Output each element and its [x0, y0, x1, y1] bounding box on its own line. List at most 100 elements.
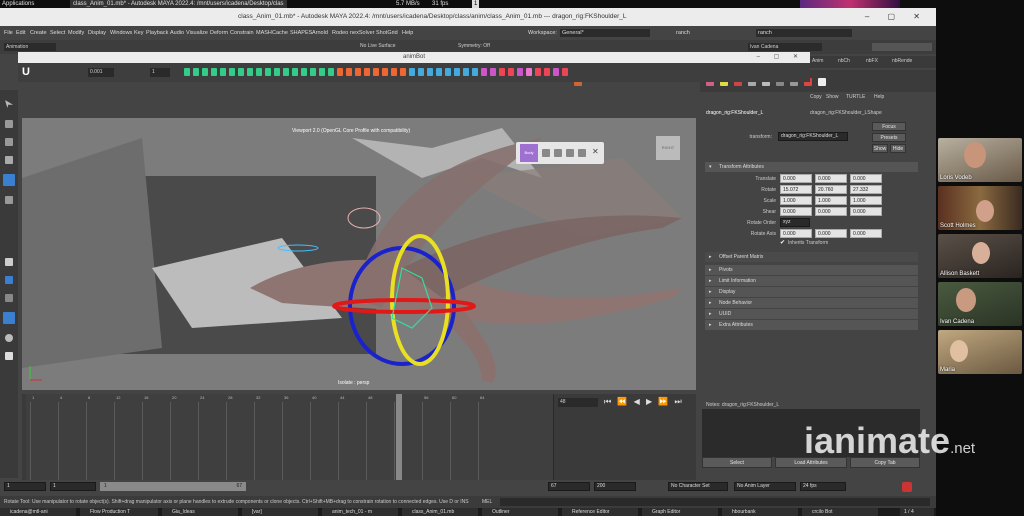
animbot-tool-icon[interactable] — [283, 68, 289, 76]
rotate-axis-z-field[interactable]: 0.000 — [850, 229, 882, 238]
animbot-tool-icon[interactable] — [373, 68, 379, 76]
outliner-layout-icon[interactable] — [3, 312, 15, 324]
shelf-tab-nbch[interactable]: nbCh — [838, 58, 850, 64]
translate-z-field[interactable]: 0.000 — [850, 174, 882, 183]
hide-button[interactable]: Hide — [890, 144, 906, 153]
symmetry-status[interactable]: Symmetry: Off — [458, 43, 490, 49]
ae-tab-transform[interactable]: dragon_rig:FKShoulder_L — [706, 110, 763, 116]
menu-nexsolver[interactable]: nexSolver — [350, 26, 374, 40]
animbot-tool-icon[interactable] — [427, 68, 433, 76]
applications-menu[interactable]: Applications — [2, 0, 34, 8]
animbot-tool-icon[interactable] — [382, 68, 388, 76]
menu-playback[interactable]: Playback — [146, 26, 168, 40]
ae-menu-show[interactable]: Show — [826, 94, 839, 100]
animbot-tool-icon[interactable] — [526, 68, 532, 76]
taskbar-item-crcilo[interactable]: crcilo Bot — [802, 508, 878, 516]
animbot-tool-icon[interactable] — [319, 68, 325, 76]
close-icon[interactable]: ✕ — [592, 147, 599, 156]
menu-deform[interactable]: Deform — [210, 26, 228, 40]
taskbar-item-outliner[interactable]: Outliner — [482, 508, 558, 516]
menu-create[interactable]: Create — [30, 26, 47, 40]
section-extra-attributes[interactable]: Extra Attributes — [705, 320, 918, 330]
menu-mash[interactable]: MASH — [256, 26, 272, 40]
shear-z-field[interactable]: 0.000 — [850, 207, 882, 216]
animbot-tool-icon[interactable] — [238, 68, 244, 76]
participant-tile-3[interactable]: Allison Baskett — [938, 234, 1022, 278]
translate-x-field[interactable]: 0.000 — [780, 174, 812, 183]
menu-visualize[interactable]: Visualize — [186, 26, 208, 40]
ae-menu-turtle[interactable]: TURTLE — [846, 94, 865, 100]
popup-icon-4[interactable] — [578, 149, 586, 157]
taskbar-item-anim-tech[interactable]: anim_tech_01 - m — [322, 508, 398, 516]
section-pivots[interactable]: Pivots — [705, 265, 918, 275]
menu-rodeo[interactable]: Rodeo — [332, 26, 348, 40]
participant-tile-1[interactable]: Loris Vodeb — [938, 138, 1022, 182]
animbot-tool-icon[interactable] — [274, 68, 280, 76]
menu-shapes[interactable]: SHAPES — [290, 26, 312, 40]
range-end-field[interactable]: 67 — [548, 482, 590, 491]
mode-select[interactable]: Animation — [4, 43, 56, 51]
rotate-axis-x-field[interactable]: 0.000 — [780, 229, 812, 238]
magnify-icon[interactable] — [5, 334, 13, 342]
select-tool-icon[interactable] — [5, 100, 13, 108]
section-offset-parent-matrix[interactable]: Offset Parent Matrix — [705, 252, 918, 262]
shear-y-field[interactable]: 0.000 — [815, 207, 847, 216]
lasso-tool-icon[interactable] — [5, 120, 13, 128]
animbot-tool-icon[interactable] — [229, 68, 235, 76]
menu-windows[interactable]: Windows — [110, 26, 132, 40]
shelf-icon-10[interactable] — [818, 78, 826, 86]
tools-icon[interactable] — [5, 352, 13, 360]
command-line-input[interactable] — [500, 498, 930, 506]
view-cube[interactable]: RIGHT — [656, 136, 680, 160]
participant-tile-2[interactable]: Scott Holmes — [938, 186, 1022, 230]
animbot-window-controls[interactable]: – ▢ ✕ — [757, 53, 804, 60]
animbot-tool-icon[interactable] — [202, 68, 208, 76]
shelf-tab-anim[interactable]: Anim — [812, 58, 823, 64]
taskbar-item-class-anim[interactable]: class_Anim_01.mb — [402, 508, 478, 516]
menu-help[interactable]: Help — [402, 26, 413, 40]
character-set-select[interactable]: No Character Set — [668, 482, 728, 491]
animbot-tool-icon[interactable] — [337, 68, 343, 76]
shelf-tab-nbrende[interactable]: nbRende — [892, 58, 912, 64]
ae-menu-copy[interactable]: Copy — [810, 94, 822, 100]
ae-tab-shape[interactable]: dragon_rig:FKShoulder_LShape — [810, 110, 882, 116]
current-time-marker[interactable] — [396, 394, 402, 480]
no-live-surface[interactable]: No Live Surface — [360, 43, 396, 49]
animbot-step-field[interactable]: 0.001 — [88, 68, 114, 77]
rotate-z-field[interactable]: 27.332 — [850, 185, 882, 194]
animbot-tool-icon[interactable] — [256, 68, 262, 76]
user-field[interactable]: Ivan Cadena — [748, 43, 822, 51]
menu-select[interactable]: Select — [50, 26, 65, 40]
animbot-tool-icon[interactable] — [328, 68, 334, 76]
taskbar-item-graph-editor[interactable]: Graph Editor — [642, 508, 718, 516]
workspace-select[interactable]: General* — [560, 29, 650, 37]
viewport[interactable]: Viewport 2.0 (OpenGL Core Profile with c… — [22, 118, 696, 390]
animbot-count-field[interactable]: 1 — [150, 68, 170, 77]
popup-icon-1[interactable] — [542, 149, 550, 157]
animbot-tool-icon[interactable] — [472, 68, 478, 76]
animbot-tool-icon[interactable] — [364, 68, 370, 76]
menu-display[interactable]: Display — [88, 26, 106, 40]
animbot-tool-icon[interactable] — [553, 68, 559, 76]
single-view-icon[interactable] — [5, 258, 13, 266]
rotate-tool-icon[interactable] — [3, 174, 15, 186]
select-button[interactable]: Select — [702, 457, 772, 468]
rotate-axis-y-field[interactable]: 0.000 — [815, 229, 847, 238]
four-view-icon[interactable] — [5, 276, 13, 284]
popup-icon-2[interactable] — [554, 149, 562, 157]
animbot-tool-icon[interactable] — [508, 68, 514, 76]
animbot-tool-icon[interactable] — [400, 68, 406, 76]
section-display[interactable]: Display — [705, 287, 918, 297]
menu-shotgrid[interactable]: ShotGrid — [376, 26, 398, 40]
participant-tile-5[interactable]: Maria — [938, 330, 1022, 374]
workspace-pager[interactable]: 1 / 4 — [900, 508, 934, 516]
animbot-tool-icon[interactable] — [562, 68, 568, 76]
timeline-track[interactable]: 1481216202428323640444852566064 — [26, 394, 554, 480]
section-uuid[interactable]: UUID — [705, 309, 918, 319]
animbot-tool-icon[interactable] — [445, 68, 451, 76]
paint-tool-icon[interactable] — [5, 138, 13, 146]
scale-tool-icon[interactable] — [5, 196, 13, 204]
rotate-order-select[interactable]: xyz — [780, 218, 810, 227]
taskbar-item-var[interactable]: [var] — [242, 508, 318, 516]
animbot-tool-icon[interactable] — [481, 68, 487, 76]
